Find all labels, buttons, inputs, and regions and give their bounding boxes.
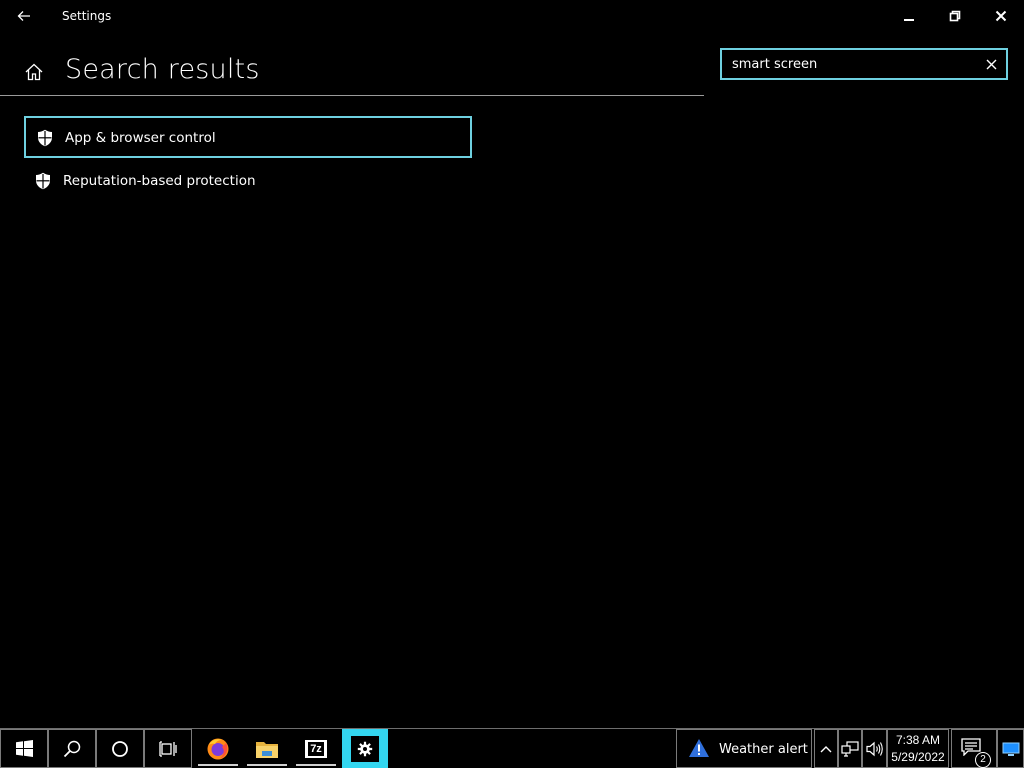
result-item-reputation-based-protection[interactable]: Reputation-based protection	[24, 161, 472, 203]
taskbar-search-button[interactable]	[48, 729, 96, 768]
cortana-circle-icon	[112, 740, 128, 757]
back-arrow-icon	[17, 11, 30, 21]
result-label: Reputation-based protection	[63, 173, 256, 189]
search-icon	[63, 740, 81, 757]
chevron-up-icon	[820, 745, 832, 752]
task-view-icon	[159, 740, 177, 757]
settings-app-tile	[351, 735, 379, 762]
clock-date: 5/29/2022	[891, 750, 945, 764]
start-button[interactable]	[0, 729, 48, 768]
page-title: Search results	[65, 54, 260, 85]
weather-alert-widget[interactable]: Weather alert	[676, 729, 812, 768]
task-view-button[interactable]	[144, 729, 192, 768]
running-indicator	[198, 764, 238, 766]
search-input[interactable]	[732, 54, 972, 74]
show-desktop-icon	[1002, 742, 1019, 756]
clear-icon	[986, 59, 996, 69]
action-center-wrap: 2	[959, 735, 991, 768]
volume-icon	[865, 741, 883, 756]
warning-icon	[689, 739, 709, 757]
clear-search-button[interactable]	[982, 55, 1000, 73]
restore-button[interactable]	[932, 0, 978, 32]
firefox-icon	[207, 738, 229, 759]
restore-icon	[949, 10, 961, 22]
title-divider	[0, 95, 704, 96]
taskbar-app-7zip[interactable]: 7z	[293, 729, 339, 768]
close-button[interactable]	[978, 0, 1024, 32]
close-icon	[995, 10, 1007, 22]
window-title: Settings	[62, 9, 112, 23]
windows-logo-icon	[15, 740, 33, 757]
clock-time: 7:38 AM	[895, 733, 941, 747]
notification-count-badge: 2	[975, 751, 991, 768]
seven-zip-icon: 7z	[305, 739, 327, 758]
shield-icon	[38, 129, 52, 147]
home-button[interactable]	[20, 58, 48, 86]
taskbar-app-firefox[interactable]	[195, 729, 241, 768]
clock[interactable]: 7:38 AM 5/29/2022	[887, 729, 949, 768]
gear-icon	[357, 741, 373, 756]
search-box[interactable]	[720, 48, 1008, 80]
settings-window: Settings Search results smart screen App…	[0, 0, 1024, 728]
home-icon	[25, 63, 43, 81]
result-label: App & browser control	[65, 130, 216, 146]
taskbar: 7z Weather alert 7:38 AM 5/29/2022 2	[0, 728, 1024, 768]
running-indicator	[247, 764, 287, 766]
minimize-button[interactable]	[886, 0, 932, 32]
shield-icon	[36, 172, 50, 190]
seven-zip-label: 7z	[308, 741, 324, 756]
taskbar-app-file-explorer[interactable]	[244, 729, 290, 768]
show-desktop-button[interactable]	[997, 729, 1024, 768]
folder-icon	[256, 741, 278, 758]
weather-alert-label: Weather alert	[719, 742, 808, 757]
result-item-app-browser-control[interactable]: App & browser control	[24, 116, 472, 158]
cortana-button[interactable]	[96, 729, 144, 768]
network-icon	[841, 740, 859, 757]
title-bar: Settings	[0, 0, 1024, 32]
show-hidden-icons-button[interactable]	[814, 729, 838, 768]
back-button[interactable]	[8, 0, 40, 32]
action-center-button[interactable]: 2	[951, 729, 997, 768]
minimize-icon	[904, 19, 914, 21]
taskbar-app-settings[interactable]	[342, 729, 388, 768]
network-button[interactable]	[838, 729, 862, 768]
volume-button[interactable]	[862, 729, 887, 768]
running-indicator	[296, 764, 336, 766]
